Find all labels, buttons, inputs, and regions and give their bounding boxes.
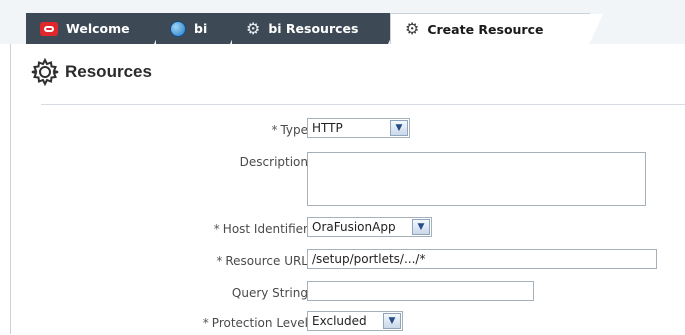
- header-divider: [41, 104, 685, 105]
- tab-label: bi Resources: [268, 21, 359, 36]
- tab-label: Create Resource: [427, 21, 544, 37]
- host-identifier-select[interactable]: OraFusionApp ▼: [307, 217, 432, 237]
- host-identifier-label: * Host Identifier: [213, 222, 308, 236]
- type-value: HTTP: [312, 121, 343, 135]
- required-marker: *: [216, 254, 223, 268]
- resource-url-row: * Resource URL /setup/portlets/.../*: [0, 249, 675, 273]
- protection-level-value: Excluded: [312, 314, 367, 328]
- protection-level-row: * Protection Level Excluded ▼: [0, 311, 675, 335]
- page-title: Resources: [65, 62, 152, 81]
- type-select[interactable]: HTTP ▼: [307, 118, 410, 138]
- page-header: Resources: [31, 58, 152, 86]
- query-string-label: Query String: [231, 286, 308, 300]
- oracle-icon: [40, 21, 58, 36]
- tab-label: bi: [194, 21, 208, 36]
- description-row: Description: [0, 150, 675, 206]
- type-row: * Type HTTP ▼: [0, 118, 675, 142]
- required-marker: *: [202, 316, 209, 330]
- tab-label: Welcome: [66, 21, 130, 36]
- required-marker: *: [213, 222, 220, 236]
- description-field[interactable]: [307, 152, 646, 206]
- gear-icon: ⚙: [246, 18, 261, 38]
- protection-level-label: * Protection Level: [202, 316, 308, 330]
- tab-create-resource[interactable]: ⚙ Create Resource: [390, 13, 603, 45]
- description-label: Description: [239, 155, 308, 169]
- resource-url-input[interactable]: /setup/portlets/.../*: [307, 249, 657, 269]
- resource-url-label: * Resource URL: [216, 254, 308, 268]
- required-marker: *: [271, 123, 278, 137]
- host-identifier-row: * Host Identifier OraFusionApp ▼: [0, 217, 675, 241]
- type-label: * Type: [271, 123, 308, 137]
- gear-icon: ⚙: [405, 19, 420, 38]
- tab-welcome[interactable]: Welcome: [26, 13, 168, 44]
- gear-icon: [31, 58, 59, 86]
- chevron-down-icon[interactable]: ▼: [383, 313, 401, 329]
- query-string-input[interactable]: [307, 281, 534, 301]
- globe-icon: [170, 20, 186, 37]
- host-identifier-value: OraFusionApp: [312, 220, 396, 234]
- protection-level-select[interactable]: Excluded ▼: [307, 311, 403, 331]
- chevron-down-icon[interactable]: ▼: [412, 219, 430, 235]
- query-string-row: Query String: [0, 281, 675, 305]
- chevron-down-icon[interactable]: ▼: [390, 120, 408, 136]
- tab-bar: Welcome bi ⚙ bi Resources ⚙ Create Resou…: [0, 0, 685, 45]
- tab-bi-resources[interactable]: ⚙ bi Resources: [232, 13, 402, 44]
